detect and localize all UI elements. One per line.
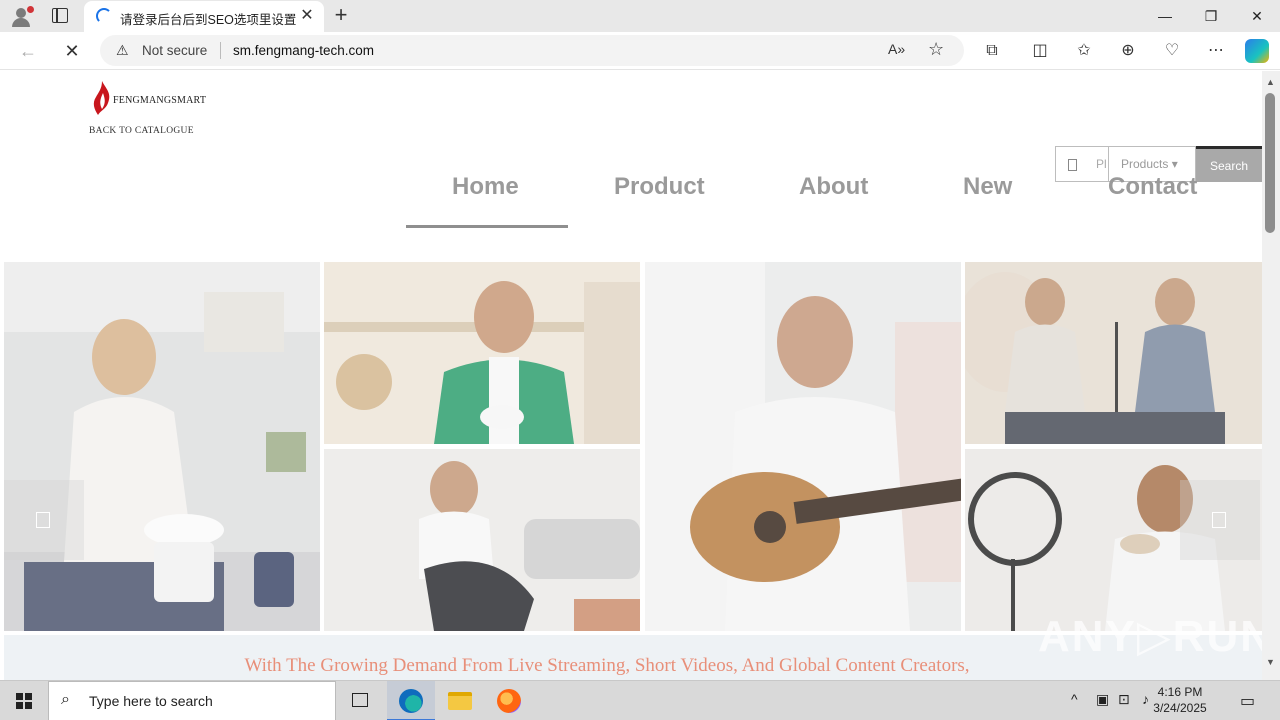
close-tab-button[interactable]: ✕ (298, 7, 316, 25)
active-nav-underline (406, 225, 568, 228)
woman-holding-cup-photo (324, 262, 640, 444)
browser-essentials-icon[interactable]: ♡ (1158, 38, 1186, 64)
back-button[interactable]: ← (14, 38, 42, 64)
warning-icon[interactable]: ⚠ (116, 42, 129, 59)
favorite-star-icon[interactable]: ☆ (928, 39, 944, 60)
new-tab-button[interactable]: + (330, 4, 352, 26)
nav-product[interactable]: Product (614, 173, 705, 201)
taskbar-search-placeholder: Type here to search (89, 693, 213, 709)
split-screen-icon[interactable]: ◫ (1026, 38, 1054, 64)
browser-tab-strip: 请登录后台后到SEO选项里设置网 ✕ + — ❐ ✕ (0, 0, 1280, 32)
nav-contact[interactable]: Contact (1108, 173, 1197, 201)
clock-date: 3/24/2025 (1153, 701, 1207, 715)
settings-menu-icon[interactable]: ⋯ (1202, 38, 1230, 64)
carousel-next-button[interactable] (1180, 480, 1260, 560)
nav-about[interactable]: About (799, 173, 868, 201)
back-to-catalogue-link[interactable]: BACK TO CATALOGUE (89, 126, 194, 136)
scroll-down-icon[interactable]: ▼ (1266, 657, 1275, 667)
omnibox-divider (220, 42, 221, 59)
nav-home[interactable]: Home (452, 173, 519, 201)
main-nav: Home Product About New Contact (4, 167, 1262, 228)
nav-new[interactable]: New (963, 173, 1012, 201)
scrollbar-thumb[interactable] (1265, 93, 1275, 233)
taskbar-explorer-button[interactable] (436, 681, 484, 720)
taskbar-search-box[interactable]: ⌕ Type here to search (48, 681, 336, 720)
windows-logo-icon (16, 693, 32, 709)
collections-icon[interactable]: ⊕ (1114, 38, 1142, 64)
meet-now-icon[interactable]: ▣ (1096, 691, 1109, 708)
windows-taskbar: ⌕ Type here to search ^ ▣ ⊡ ♪ 4:16 PM 3/… (0, 680, 1280, 720)
site-logo[interactable]: FENGMANGSMART BACK TO CATALOGUE (88, 79, 206, 139)
extensions-icon[interactable]: ⧉ (978, 38, 1006, 64)
profile-icon[interactable] (8, 4, 34, 28)
tagline-text: With The Growing Demand From Live Stream… (244, 655, 970, 676)
next-arrow-icon (1212, 512, 1226, 528)
tab-title: 请登录后台后到SEO选项里设置网 (120, 13, 296, 27)
favorites-icon[interactable]: ✩ (1070, 38, 1098, 64)
clock-time: 4:16 PM (1157, 685, 1203, 699)
page-scrollbar[interactable]: ▲ ▼ (1262, 71, 1280, 680)
minimize-button[interactable]: — (1142, 0, 1188, 32)
omnibox[interactable]: ⚠ Not secure sm.fengmang-tech.com A» ☆ (100, 35, 964, 66)
edge-icon (399, 689, 423, 713)
copilot-icon[interactable] (1245, 39, 1269, 63)
security-label[interactable]: Not secure (142, 43, 207, 58)
taskbar-edge-button[interactable] (387, 681, 435, 720)
start-button[interactable] (0, 681, 48, 720)
hero-gallery (4, 262, 1262, 631)
two-women-vlogging-photo (965, 262, 1262, 444)
task-view-icon (352, 693, 368, 707)
flame-logo-icon (93, 81, 110, 115)
restore-button[interactable]: ❐ (1188, 0, 1234, 32)
carousel-prev-button[interactable] (4, 480, 84, 560)
firefox-icon (497, 689, 521, 713)
woman-cooking-photo (4, 262, 320, 631)
man-playing-guitar-photo (645, 262, 961, 631)
stop-loading-button[interactable]: ✕ (58, 38, 86, 64)
notifications-icon[interactable]: ▭ (1240, 691, 1255, 711)
file-explorer-icon (448, 692, 472, 710)
brand-name: FENGMANGSMART (113, 95, 207, 106)
task-view-button[interactable] (336, 681, 384, 720)
read-aloud-icon[interactable]: A» (888, 41, 905, 57)
web-page: FENGMANGSMART BACK TO CATALOGUE Pl Produ… (4, 71, 1262, 680)
system-clock[interactable]: 4:16 PM 3/24/2025 (1140, 684, 1220, 716)
network-icon[interactable]: ⊡ (1118, 691, 1130, 708)
address-bar-row: ← ✕ ⚠ Not secure sm.fengmang-tech.com A»… (0, 32, 1280, 70)
woman-yoga-photo (324, 449, 640, 631)
url-text[interactable]: sm.fengmang-tech.com (233, 43, 374, 58)
loading-spinner-icon (96, 8, 112, 24)
search-icon: ⌕ (61, 691, 70, 708)
prev-arrow-icon (36, 512, 50, 528)
window-close-button[interactable]: ✕ (1234, 0, 1280, 32)
taskbar-firefox-button[interactable] (485, 681, 533, 720)
active-tab[interactable]: 请登录后台后到SEO选项里设置网 ✕ (84, 1, 324, 32)
tab-actions-icon[interactable] (52, 8, 68, 23)
scroll-up-icon[interactable]: ▲ (1266, 77, 1275, 87)
chevron-up-icon[interactable]: ^ (1071, 691, 1078, 707)
